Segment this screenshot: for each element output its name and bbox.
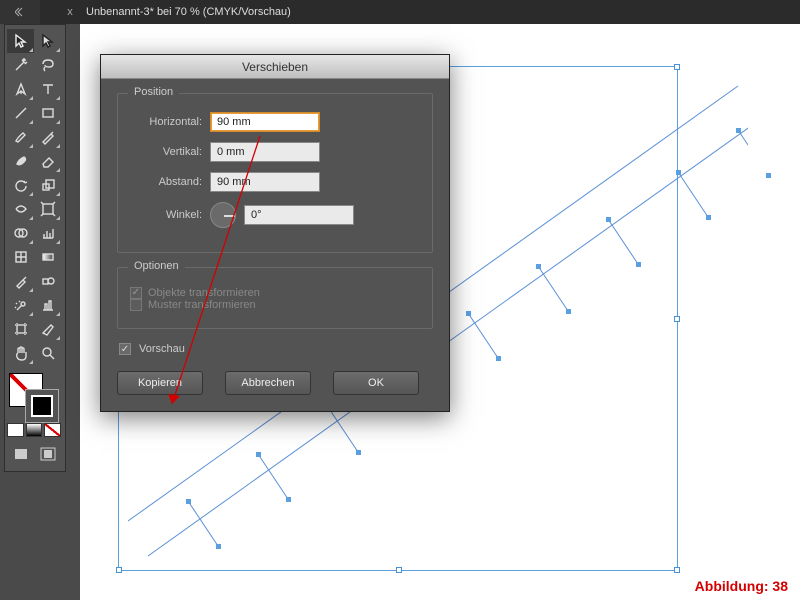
- eraser-tool-icon[interactable]: [34, 149, 61, 173]
- transform-patterns-checkbox: Muster transformieren: [130, 299, 256, 311]
- figure-caption: Abbildung: 38: [695, 578, 788, 594]
- scale-tool-icon[interactable]: [34, 173, 61, 197]
- column-graph-tool-icon[interactable]: [34, 293, 61, 317]
- gradient-tool-icon[interactable]: [34, 245, 61, 269]
- artboard-tool-icon[interactable]: [7, 317, 34, 341]
- color-mode-row: [7, 423, 63, 437]
- color-solid-icon[interactable]: [7, 423, 24, 437]
- dialog-title[interactable]: Verschieben: [101, 55, 449, 79]
- rectangle-tool-icon[interactable]: [34, 101, 61, 125]
- draw-normal-icon[interactable]: [7, 443, 34, 465]
- transform-patterns-label: Muster transformieren: [148, 299, 256, 311]
- stroke-swatch-icon[interactable]: [25, 389, 59, 423]
- preview-label: Vorschau: [139, 343, 185, 355]
- checkbox-icon: [130, 287, 142, 299]
- color-gradient-icon[interactable]: [26, 423, 43, 437]
- color-none-icon[interactable]: [44, 423, 61, 437]
- distance-label: Abstand:: [130, 176, 202, 188]
- blend-tool-icon[interactable]: [34, 269, 61, 293]
- vertical-label: Vertikal:: [130, 146, 202, 158]
- brush-tool-icon[interactable]: [7, 125, 34, 149]
- copy-button[interactable]: Kopieren: [117, 371, 203, 395]
- blob-brush-tool-icon[interactable]: [7, 149, 34, 173]
- angle-dial-icon[interactable]: [210, 202, 236, 228]
- vertical-input[interactable]: [210, 142, 320, 162]
- type-tool-icon[interactable]: [34, 77, 61, 101]
- direct-selection-tool-icon[interactable]: [34, 29, 61, 53]
- position-group: Position Horizontal: Vertikal: Abstand: …: [117, 93, 433, 253]
- hand-tool-icon[interactable]: [7, 341, 34, 365]
- ok-button[interactable]: OK: [333, 371, 419, 395]
- pencil-tool-icon[interactable]: [34, 125, 61, 149]
- document-tab-title[interactable]: Unbenannt-3* bei 70 % (CMYK/Vorschau): [80, 6, 291, 18]
- distance-input[interactable]: [210, 172, 320, 192]
- cancel-button[interactable]: Abbrechen: [225, 371, 311, 395]
- document-tab-bar: x Unbenannt-3* bei 70 % (CMYK/Vorschau): [0, 0, 800, 24]
- selection-tool-icon[interactable]: [7, 29, 34, 53]
- zoom-tool-icon[interactable]: [34, 341, 61, 365]
- checkbox-icon: [130, 299, 142, 311]
- pen-tool-icon[interactable]: [7, 77, 34, 101]
- tools-panel: [4, 24, 66, 472]
- options-group-label: Optionen: [128, 260, 185, 272]
- angle-input[interactable]: [244, 205, 354, 225]
- horizontal-label: Horizontal:: [130, 116, 202, 128]
- eyedropper-tool-icon[interactable]: [7, 269, 34, 293]
- symbol-sprayer-tool-icon[interactable]: [7, 293, 34, 317]
- line-tool-icon[interactable]: [7, 101, 34, 125]
- mesh-tool-icon[interactable]: [7, 245, 34, 269]
- transform-objects-checkbox: Objekte transformieren: [130, 287, 260, 299]
- slice-tool-icon[interactable]: [34, 317, 61, 341]
- free-transform-tool-icon[interactable]: [34, 197, 61, 221]
- checkbox-icon: [119, 343, 131, 355]
- position-group-label: Position: [128, 86, 179, 98]
- options-group: Optionen Objekte transformieren Muster t…: [117, 267, 433, 329]
- move-dialog: Verschieben Position Horizontal: Vertika…: [100, 54, 450, 412]
- graph-tool-icon[interactable]: [34, 221, 61, 245]
- tab-close-icon[interactable]: x: [60, 6, 80, 18]
- horizontal-input[interactable]: [210, 112, 320, 132]
- lasso-tool-icon[interactable]: [34, 53, 61, 77]
- width-tool-icon[interactable]: [7, 197, 34, 221]
- collapse-panels-icon[interactable]: [0, 0, 40, 24]
- shape-builder-tool-icon[interactable]: [7, 221, 34, 245]
- magic-wand-tool-icon[interactable]: [7, 53, 34, 77]
- transform-objects-label: Objekte transformieren: [148, 287, 260, 299]
- screen-mode-icon[interactable]: [34, 443, 61, 465]
- fill-stroke-swatch[interactable]: [7, 371, 61, 419]
- preview-checkbox[interactable]: Vorschau: [119, 343, 433, 355]
- angle-label: Winkel:: [130, 209, 202, 221]
- rotate-tool-icon[interactable]: [7, 173, 34, 197]
